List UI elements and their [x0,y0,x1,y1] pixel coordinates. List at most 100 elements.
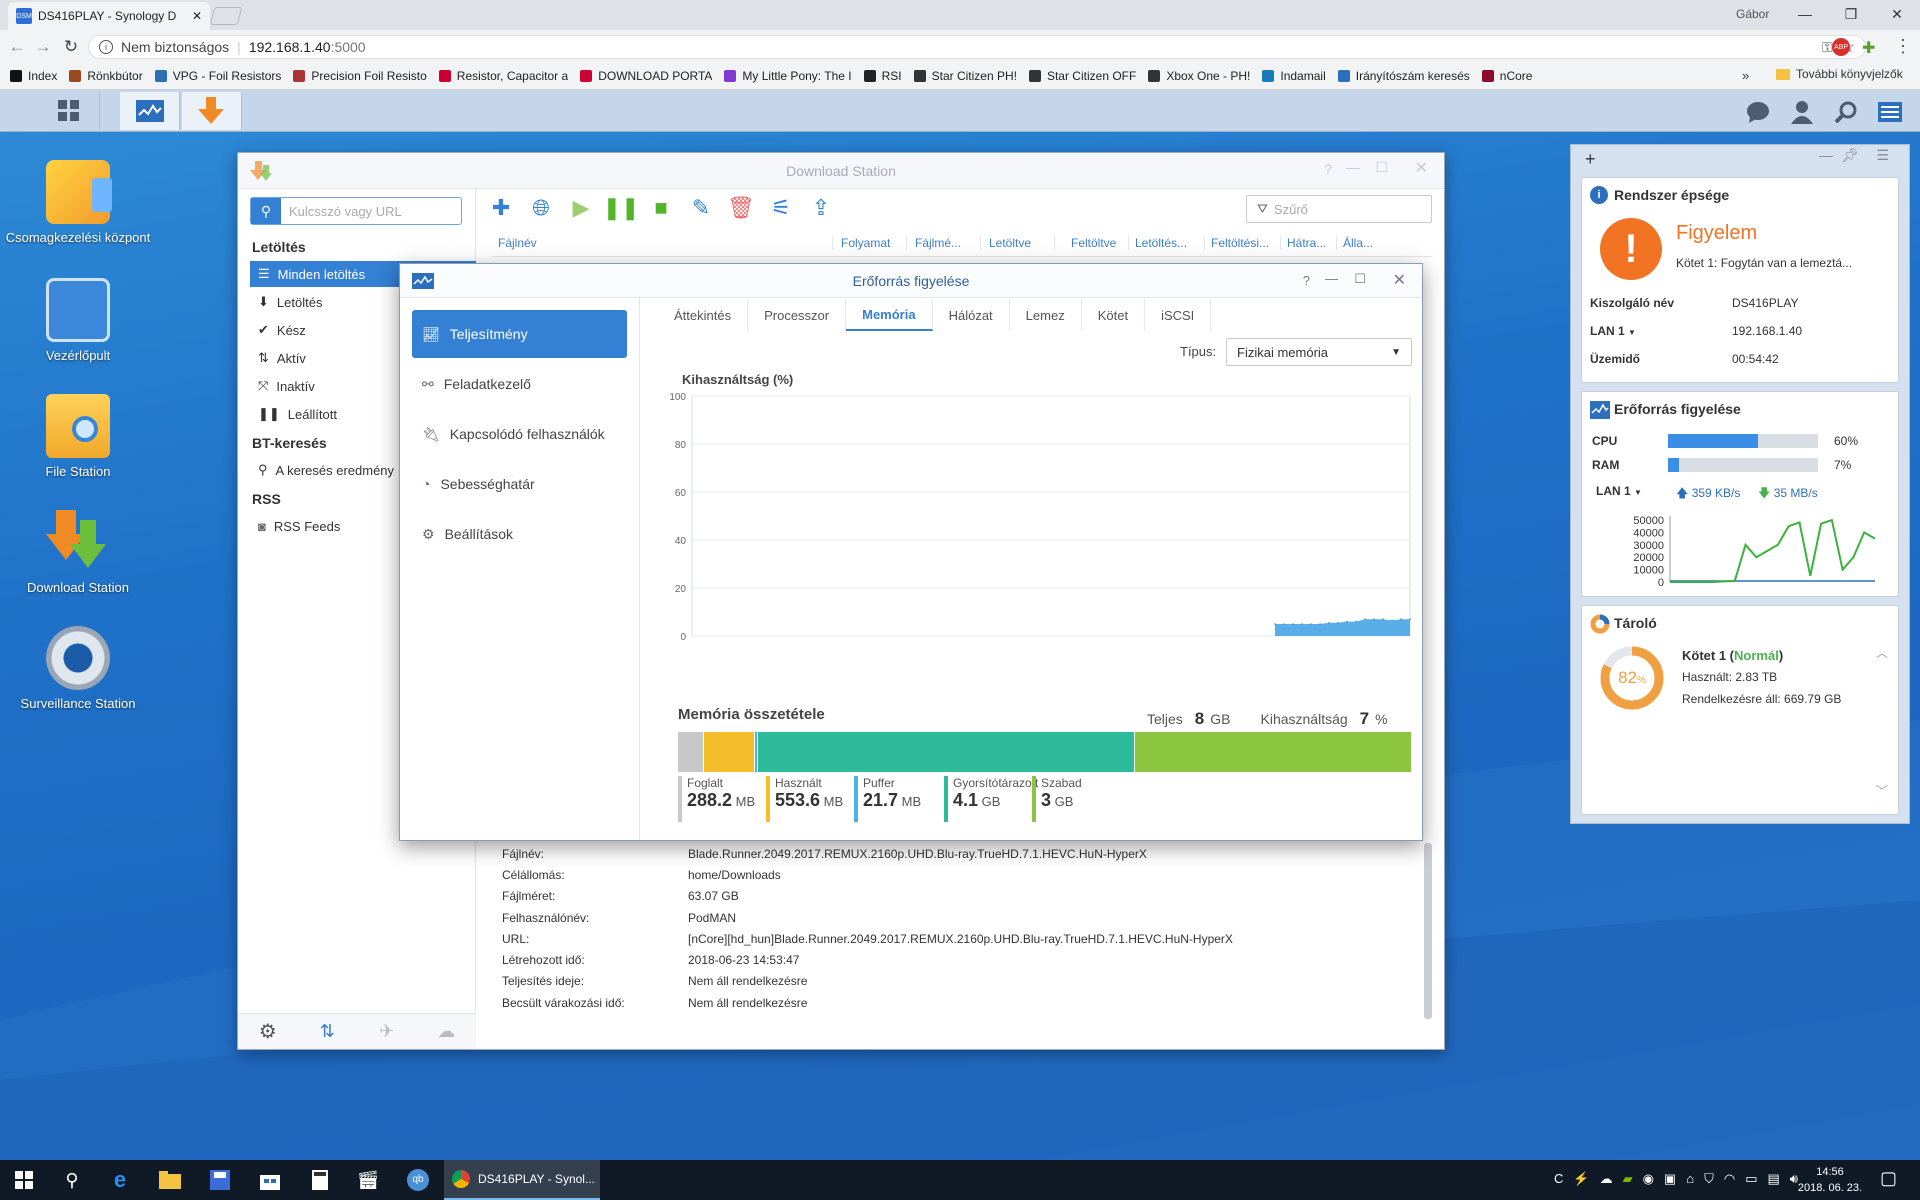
main-menu-button[interactable] [38,92,100,130]
widgets-icon[interactable] [1876,98,1904,126]
bookmark-item[interactable]: Index [10,69,57,83]
minimize-icon[interactable]: — [1325,271,1338,286]
browser-tab[interactable]: DSM DS416PLAY - Synology D ✕ [8,2,210,30]
tab-hlzat[interactable]: Hálózat [933,299,1010,331]
ccleaner-icon[interactable]: C [1554,1171,1563,1187]
tray-app-icon[interactable]: ⌂ [1686,1171,1694,1187]
clear-icon[interactable]: ⚟ [768,195,794,221]
widget-settings-icon[interactable]: ☰ [1876,147,1889,164]
chevron-up-icon[interactable]: ︿ [1876,644,1888,661]
add-icon[interactable]: ✚ [488,195,514,221]
desktop-icon-surveillance-station[interactable]: Surveillance Station [3,626,153,711]
maximize-icon[interactable]: ☐ [1354,271,1366,287]
bookmark-item[interactable]: DOWNLOAD PORTA [580,69,712,83]
transfer-icon[interactable]: ⇅ [298,1014,358,1049]
taskbar-chrome-button[interactable]: DS416PLAY - Synol... [444,1160,600,1200]
forward-icon[interactable]: → [32,36,54,58]
clock[interactable]: 14:56 2018. 06. 23. [1790,1164,1870,1196]
shield-icon[interactable]: ⛉ [1704,1171,1714,1187]
bookmark-item[interactable]: Star Citizen OFF [1028,69,1136,83]
more-bookmarks-icon[interactable]: » [1742,68,1749,83]
col-upload-speed[interactable]: Feltöltési... [1204,235,1280,250]
maximize-icon[interactable]: ☐ [1375,159,1388,176]
search-icon[interactable] [1832,98,1860,126]
file-explorer-icon[interactable] [146,1160,194,1200]
play-icon[interactable]: ▶ [568,195,594,221]
bookmark-item[interactable]: Irányítószám keresés [1337,69,1470,83]
details-scrollbar[interactable] [1424,843,1432,1019]
add-url-icon[interactable]: 🌐︎ [528,195,554,221]
bookmark-item[interactable]: Precision Foil Resisto [293,69,427,83]
col-filename[interactable]: Fájlnév [492,236,832,250]
notification-tray-icon[interactable]: ▤ [1767,1171,1779,1187]
col-size[interactable]: Fájlmé... [906,235,980,250]
close-window-icon[interactable]: ✕ [1874,0,1920,28]
bookmark-item[interactable]: Indamail [1262,69,1326,83]
tab-lemez[interactable]: Lemez [1010,299,1082,331]
nav-performance[interactable]: 📈︎ Teljesítmény [412,310,627,358]
pause-icon[interactable]: ❚❚ [603,195,640,221]
col-downloaded[interactable]: Letöltve [980,235,1054,250]
nav-speed-limit[interactable]: ◔ Sebességhatár [412,460,627,508]
tab-ttekints[interactable]: Áttekintés [658,299,749,331]
help-icon[interactable]: ? [1324,161,1332,177]
taskbar-resource-monitor[interactable] [120,92,180,130]
desktop-icon-control-panel[interactable]: Vezérlőpult [3,278,153,363]
delete-icon[interactable]: 🗑︎ [727,195,755,221]
battery-icon[interactable]: ▭ [1745,1171,1757,1187]
help-icon[interactable]: ? [1303,273,1310,288]
col-remaining[interactable]: Hátra... [1280,235,1336,250]
action-center-icon[interactable]: ▢ [1880,1168,1897,1189]
minimize-icon[interactable]: — [1346,159,1360,175]
nav-connected-users[interactable]: 🔌︎ Kapcsolódó felhasználók [412,410,627,458]
close-icon[interactable]: ✕ [1393,270,1406,290]
store-icon[interactable] [246,1160,294,1200]
bookmark-item[interactable]: Xbox One - PH! [1148,69,1250,83]
window-titlebar[interactable]: Erőforrás figyelése [400,264,1422,298]
share-icon[interactable]: ⇪ [808,195,834,221]
extension-icon[interactable]: ✚ [1862,38,1880,57]
save-app-icon[interactable] [196,1160,244,1200]
tray-app-icon[interactable]: ◉ [1643,1171,1654,1187]
reload-icon[interactable]: ↻ [60,36,82,58]
calculator-icon[interactable] [296,1160,344,1200]
net-lan-dropdown[interactable]: LAN 1 ▼ [1596,484,1642,498]
edge-icon[interactable]: e [96,1160,144,1200]
close-tab-icon[interactable]: ✕ [192,9,202,23]
address-bar[interactable]: i Nem biztonságos | 192.168.1.40:5000 ⚿ … [88,35,1866,59]
windows-start-icon[interactable] [0,1160,48,1200]
pin-icon[interactable]: 📌︎ [1841,147,1859,164]
back-icon[interactable]: ← [6,36,28,58]
onedrive-icon[interactable]: ☁ [1600,1171,1613,1187]
adblock-icon[interactable]: ABP [1832,38,1850,56]
bookmark-item[interactable]: Resistor, Capacitor a [438,69,568,83]
desktop-icon-package-center[interactable]: Csomagkezelési központ [3,160,153,245]
bookmark-item[interactable]: VPG - Foil Resistors [154,69,281,83]
tab-processzor[interactable]: Processzor [748,299,847,331]
tab-ktet[interactable]: Kötet [1082,299,1146,331]
minimize-icon[interactable]: — [1782,0,1828,28]
movies-icon[interactable]: 🎬︎ [344,1160,392,1200]
qbittorrent-icon[interactable]: qb [394,1160,442,1200]
stop-icon[interactable]: ■ [648,195,674,221]
tab-iscsi[interactable]: iSCSI [1145,299,1212,331]
search-icon[interactable]: ⚲ [48,1160,96,1200]
desktop-icon-download-station[interactable]: Download Station [3,510,153,595]
info-icon[interactable]: i [99,40,113,54]
wifi-icon[interactable]: ◠ [1724,1171,1735,1187]
bookmark-item[interactable]: RSI [863,69,902,83]
chevron-down-icon[interactable]: ﹀ [1876,782,1888,799]
bookmark-item[interactable]: Rönkbútor [69,69,143,83]
window-titlebar[interactable]: Download Station [238,153,1444,189]
close-icon[interactable]: ✕ [1415,158,1428,178]
lan-dropdown[interactable]: LAN 1 ▼ [1590,324,1636,338]
tray-app-icon[interactable]: ▣ [1664,1171,1676,1187]
profile-name[interactable]: Gábor [1736,7,1769,21]
new-tab-button[interactable] [209,7,243,25]
add-widget-icon[interactable]: + [1585,149,1596,170]
col-progress[interactable]: Folyamat [832,235,906,250]
other-bookmarks[interactable]: További könyvjelzők [1776,67,1903,81]
tray-app-icon[interactable]: ⚡ [1573,1171,1589,1187]
bookmark-item[interactable]: My Little Pony: The I [724,69,852,83]
nav-task-manager[interactable]: ⚯ Feladatkezelő [412,360,627,408]
